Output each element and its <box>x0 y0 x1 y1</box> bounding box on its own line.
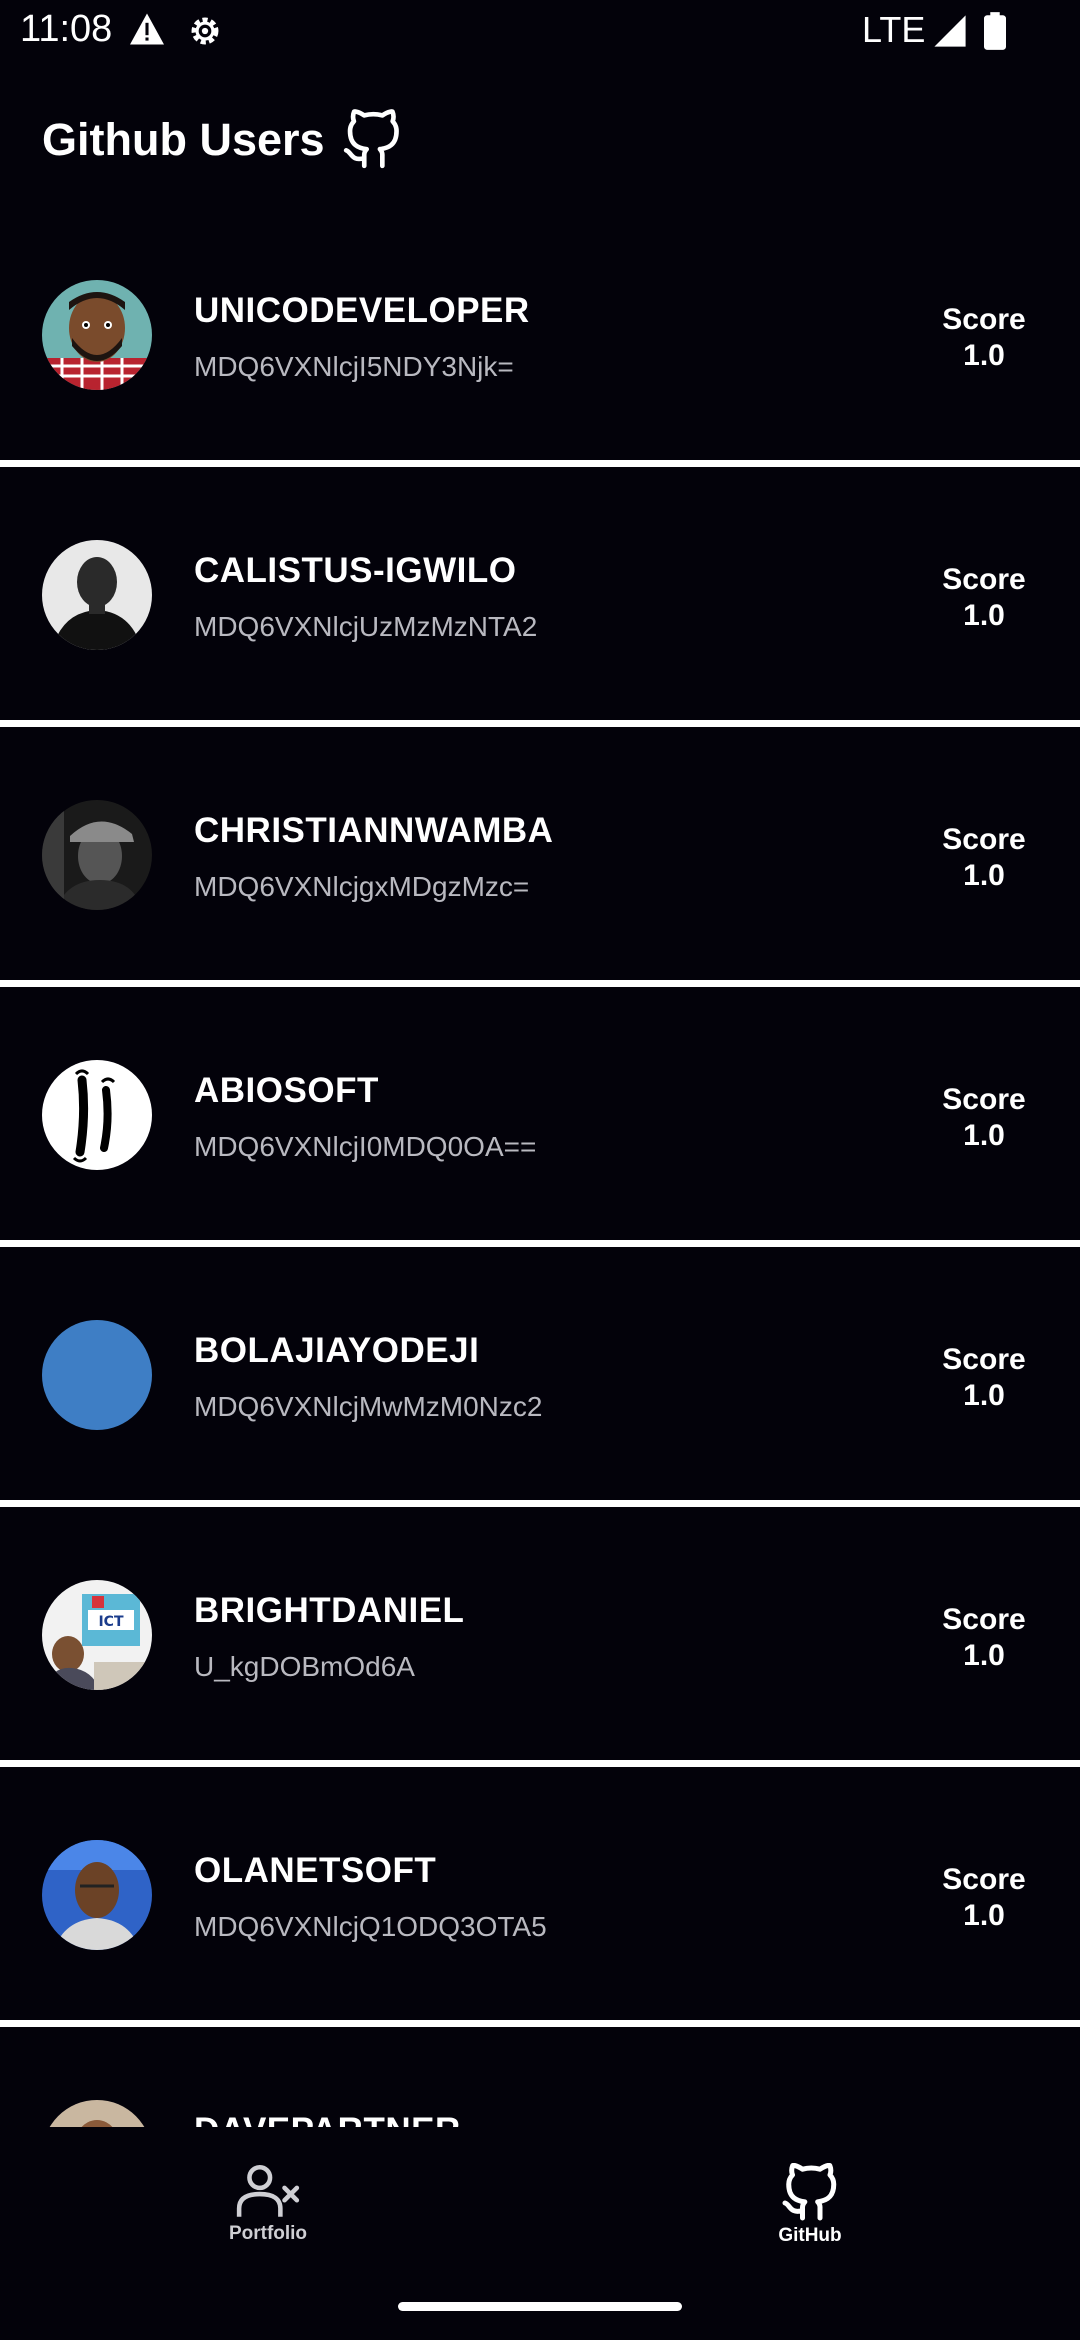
status-time: 11:08 <box>20 8 113 50</box>
warning-icon <box>130 13 164 45</box>
user-list[interactable]: UNICODEVELOPER MDQ6VXNlcjI5NDY3Njk= Scor… <box>0 207 1080 2127</box>
score-block: Score <box>924 2122 1044 2127</box>
list-item[interactable]: UNICODEVELOPER MDQ6VXNlcjI5NDY3Njk= Scor… <box>0 207 1080 467</box>
nav-item-github[interactable]: GitHub <box>710 2163 910 2247</box>
battery-icon <box>984 12 1006 50</box>
nav-label-portfolio: Portfolio <box>228 2223 308 2244</box>
nav-label-github: GitHub <box>778 2225 842 2246</box>
list-item[interactable]: OLANETSOFT MDQ6VXNlcjQ1ODQ3OTA5 Score 1.… <box>0 1767 1080 2027</box>
score-label: Score <box>942 823 1026 856</box>
avatar <box>42 1060 152 1170</box>
score-label: Score <box>924 2122 1044 2127</box>
page-title: Github Users <box>42 114 325 165</box>
avatar: ICT <box>42 1580 152 1690</box>
user-login: DAVEPARTNER <box>194 2111 461 2127</box>
home-indicator[interactable] <box>398 2302 682 2311</box>
score-value: 1.0 <box>963 859 1005 892</box>
signal-icon <box>934 15 966 47</box>
score-label: Score <box>942 1863 1026 1896</box>
score-label: Score <box>942 563 1026 596</box>
user-node-id: MDQ6VXNlcjQ1ODQ3OTA5 <box>194 1911 547 1942</box>
score-value: 1.0 <box>963 1119 1005 1152</box>
network-type: LTE <box>862 9 926 50</box>
avatar <box>42 280 152 390</box>
score-value: 1.0 <box>963 339 1005 372</box>
nav-item-portfolio[interactable]: Portfolio <box>168 2163 368 2245</box>
score-label: Score <box>942 303 1026 336</box>
user-node-id: MDQ6VXNlcjUzMzMzNTA2 <box>194 611 538 642</box>
score-block: Score 1.0 <box>924 1602 1044 1674</box>
score-label: Score <box>942 1343 1026 1376</box>
user-login: ABIOSOFT <box>194 1071 379 1110</box>
screen: 11:08 LTE Github Users UNICODEVELOPER MD… <box>0 0 1080 2340</box>
list-item[interactable]: BOLAJIAYODEJI MDQ6VXNlcjMwMzM0Nzc2 Score… <box>0 1247 1080 1507</box>
score-block: Score 1.0 <box>924 822 1044 894</box>
user-node-id: U_kgDOBmOd6A <box>194 1651 415 1682</box>
user-login: BRIGHTDANIEL <box>194 1591 465 1630</box>
user-login: CHRISTIANNWAMBA <box>194 811 554 850</box>
score-value: 1.0 <box>963 1899 1005 1932</box>
user-node-id: MDQ6VXNlcjMwMzM0Nzc2 <box>194 1391 543 1422</box>
avatar <box>42 2100 152 2127</box>
list-item[interactable]: DAVEPARTNER Score <box>0 2027 1080 2127</box>
avatar <box>42 1320 152 1430</box>
score-block: Score 1.0 <box>924 562 1044 634</box>
settings-icon <box>191 17 219 45</box>
score-block: Score 1.0 <box>924 1862 1044 1934</box>
person-remove-icon <box>236 2164 300 2217</box>
score-value: 1.0 <box>963 599 1005 632</box>
github-icon <box>782 2163 837 2221</box>
list-item[interactable]: ICT BRIGHTDANIEL U_kgDOBmOd6A Score 1.0 <box>0 1507 1080 1767</box>
score-block: Score 1.0 <box>924 302 1044 374</box>
list-item[interactable]: ABIOSOFT MDQ6VXNlcjI0MDQ0OA== Score 1.0 <box>0 987 1080 1247</box>
score-value: 1.0 <box>963 1639 1005 1672</box>
github-icon <box>343 109 399 169</box>
score-block: Score 1.0 <box>924 1082 1044 1154</box>
user-node-id: MDQ6VXNlcjI0MDQ0OA== <box>194 1131 537 1162</box>
score-label: Score <box>942 1083 1026 1116</box>
status-bar: 11:08 LTE <box>0 0 1080 62</box>
score-block: Score 1.0 <box>924 1342 1044 1414</box>
user-login: OLANETSOFT <box>194 1851 437 1890</box>
user-login: UNICODEVELOPER <box>194 291 530 330</box>
avatar <box>42 800 152 910</box>
score-label: Score <box>942 1603 1026 1636</box>
list-item[interactable]: CHRISTIANNWAMBA MDQ6VXNlcjgxMDgzMzc= Sco… <box>0 727 1080 987</box>
user-login: CALISTUS-IGWILO <box>194 551 517 590</box>
list-item[interactable]: CALISTUS-IGWILO MDQ6VXNlcjUzMzMzNTA2 Sco… <box>0 467 1080 727</box>
user-node-id: MDQ6VXNlcjgxMDgzMzc= <box>194 871 530 902</box>
score-value: 1.0 <box>963 1379 1005 1412</box>
app-header: Github Users <box>42 100 403 180</box>
svg-text:ICT: ICT <box>98 1614 123 1630</box>
avatar <box>42 1840 152 1950</box>
user-node-id: MDQ6VXNlcjI5NDY3Njk= <box>194 351 514 382</box>
avatar <box>42 540 152 650</box>
user-login: BOLAJIAYODEJI <box>194 1331 480 1370</box>
